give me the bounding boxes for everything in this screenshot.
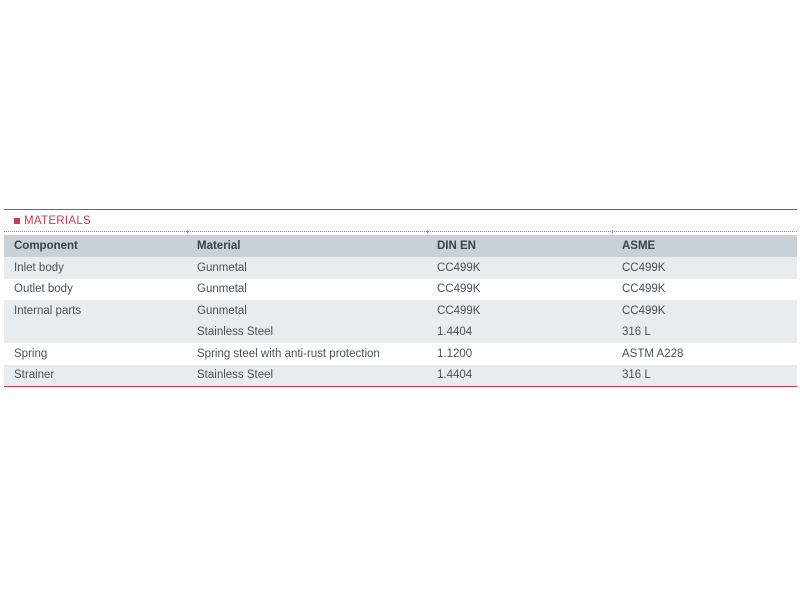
cell-din-en: 1.4404 — [427, 321, 612, 343]
cell-din-en: CC499K — [427, 257, 612, 279]
cell-asme: CC499K — [622, 283, 666, 296]
cell-component: Strainer — [4, 364, 187, 386]
cell-component: Inlet body — [4, 257, 187, 279]
cell-component: Outlet body — [14, 283, 73, 296]
bottom-rule — [4, 386, 797, 387]
cell-material: Gunmetal — [187, 300, 427, 322]
table-row: Inlet body Gunmetal CC499K CC499K — [4, 257, 797, 279]
cell-din-en: CC499K — [437, 283, 481, 296]
cell-asme: 316 L — [612, 364, 797, 386]
table-header-row: Component Material DIN EN ASME — [4, 235, 797, 257]
cell-material: Stainless Steel — [187, 364, 427, 386]
cell-component: Spring — [14, 347, 48, 360]
column-tick — [427, 230, 428, 233]
cell-component: Internal parts — [4, 300, 187, 322]
materials-table: Component Material DIN EN ASME Inlet bod… — [4, 235, 797, 386]
cell-asme: ASTM A228 — [622, 347, 684, 360]
table-row: Internal parts Gunmetal CC499K CC499K — [4, 300, 797, 322]
cell-asme: CC499K — [612, 300, 797, 322]
table-row: Strainer Stainless Steel 1.4404 316 L — [4, 364, 797, 386]
column-ticks — [4, 230, 797, 234]
cell-material: Gunmetal — [197, 283, 247, 296]
cell-din-en: 1.1200 — [437, 347, 473, 360]
cell-material: Stainless Steel — [187, 321, 427, 343]
column-tick — [187, 230, 188, 233]
column-header-component: Component — [4, 235, 187, 257]
column-header-asme: ASME — [612, 235, 797, 257]
table-row: Outlet body Gunmetal CC499K CC499K — [4, 279, 797, 301]
section-header: MATERIALS — [4, 210, 797, 232]
table-row: Stainless Steel 1.4404 316 L — [4, 321, 797, 343]
cell-asme: 316 L — [612, 321, 797, 343]
materials-table-section: MATERIALS Component Material DIN EN ASME… — [4, 209, 797, 387]
cell-material: Gunmetal — [187, 257, 427, 279]
cell-din-en: CC499K — [427, 300, 612, 322]
cell-component — [4, 321, 187, 343]
cell-din-en: 1.4404 — [427, 364, 612, 386]
table-row: Spring Spring steel with anti-rust prote… — [4, 343, 797, 365]
section-title: MATERIALS — [24, 214, 92, 227]
column-header-din-en: DIN EN — [427, 235, 612, 257]
cell-material: Spring steel with anti-rust protection — [197, 347, 380, 360]
cell-asme: CC499K — [612, 257, 797, 279]
column-header-material: Material — [187, 235, 427, 257]
square-bullet-icon — [14, 217, 20, 224]
column-tick — [612, 230, 613, 233]
